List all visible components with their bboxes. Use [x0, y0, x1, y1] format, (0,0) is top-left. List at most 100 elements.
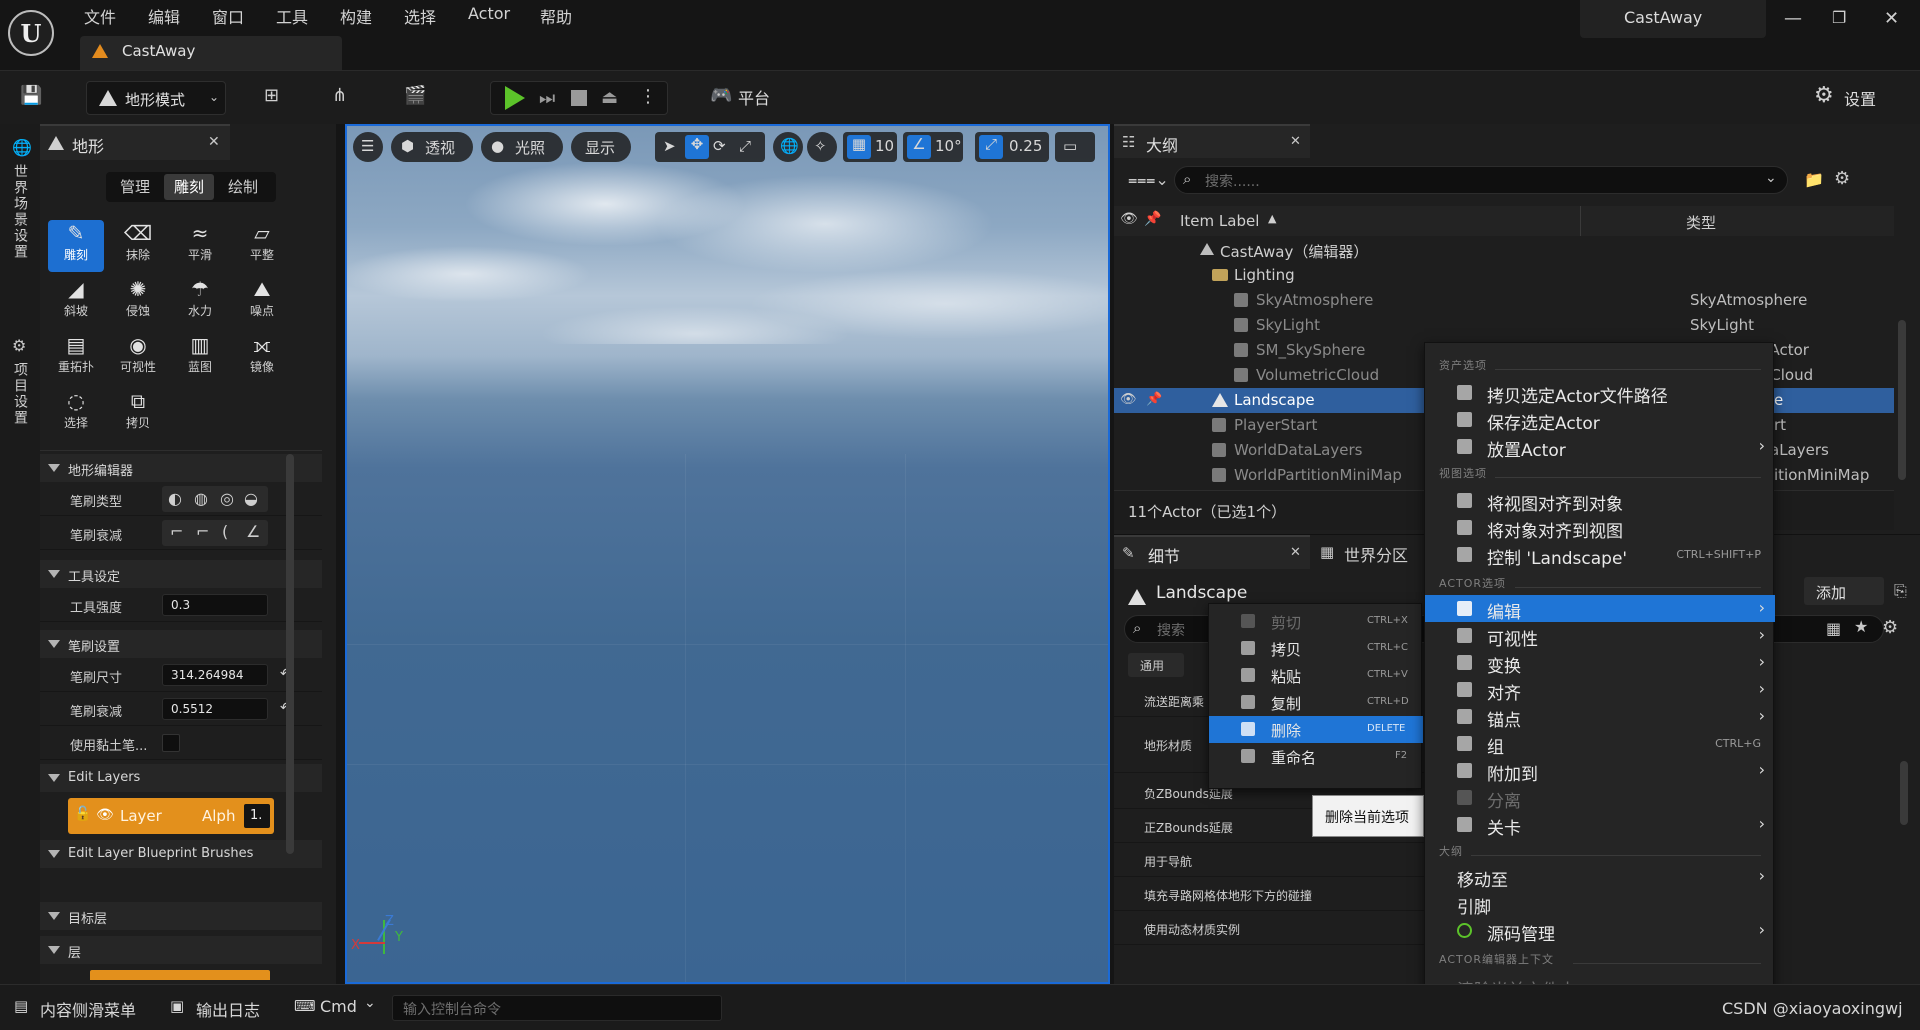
tool-select[interactable]: ◌ 选择	[48, 388, 104, 440]
brush-pattern-icon[interactable]: ◎	[220, 489, 234, 508]
section-edit-layer-bp[interactable]: Edit Layer Blueprint Brushes	[40, 840, 322, 868]
menu-pilot-actor[interactable]: 控制 'Landscape' CTRL+SHIFT+P	[1425, 541, 1775, 569]
menu-save-actor[interactable]: 保存选定Actor	[1425, 406, 1775, 434]
menu-place-actor[interactable]: 放置Actor ›	[1425, 433, 1775, 461]
tree-row[interactable]: CastAway（编辑器）	[1114, 238, 1894, 263]
platform-button[interactable]: 平台	[738, 85, 770, 109]
filter-icon[interactable]: ⩶⌄	[1128, 170, 1169, 190]
landscape-scrollbar[interactable]	[286, 454, 294, 854]
tool-sculpt[interactable]: ✎ 雕刻	[48, 220, 104, 272]
move-icon[interactable]: ✥	[685, 135, 709, 159]
gear-icon[interactable]: ⚙	[1882, 617, 1898, 638]
menu-pivot[interactable]: 锚点 ›	[1425, 703, 1775, 731]
menu-file[interactable]: 文件	[84, 4, 116, 28]
brush-falloff-input[interactable]: 0.5512	[162, 698, 268, 720]
menu-select[interactable]: 选择	[404, 4, 436, 28]
chevron-down-icon[interactable]: ⌄	[1765, 170, 1777, 186]
tree-row[interactable]: SkyLight SkyLight	[1114, 313, 1894, 338]
menu-snap-object-to-view[interactable]: 将对象对齐到视图	[1425, 514, 1775, 542]
menu-transform[interactable]: 变换 ›	[1425, 649, 1775, 677]
menu-attach-to[interactable]: 附加到 ›	[1425, 757, 1775, 785]
surface-snap-toggle[interactable]: ✧	[807, 132, 837, 162]
tool-ramp[interactable]: ◢ 斜坡	[48, 276, 104, 328]
settings-button[interactable]: 设置	[1844, 86, 1876, 110]
menu-level[interactable]: 关卡 ›	[1425, 811, 1775, 839]
falloff-tip-icon[interactable]: ∠	[246, 522, 260, 541]
tool-copy[interactable]: ⧉ 拷贝	[110, 388, 166, 440]
tree-row[interactable]: SkyAtmosphere SkyAtmosphere	[1114, 288, 1894, 313]
details-tab[interactable]: ✎ 细节 ✕	[1114, 535, 1310, 569]
scale-icon[interactable]: ⤢	[739, 137, 751, 155]
rotate-icon[interactable]: ⟳	[713, 137, 726, 155]
eye-icon[interactable]: 👁	[1120, 392, 1137, 407]
cmd-dropdown[interactable]: Cmd	[320, 997, 357, 1016]
layer-item[interactable]: 🔓 👁 Layer Alph 1.	[68, 798, 274, 834]
output-log-button[interactable]: 输出日志	[196, 997, 260, 1021]
tool-erase[interactable]: ⌫ 抹除	[110, 220, 166, 272]
menu-snap-view-to-object[interactable]: 将视图对齐到对象	[1425, 487, 1775, 515]
blueprint-menu-icon[interactable]: ⋔	[332, 85, 347, 106]
table-view-icon[interactable]: ▦	[1826, 619, 1841, 638]
landscape-tab[interactable]: 地形 ✕	[40, 124, 230, 160]
star-icon[interactable]: ★	[1854, 617, 1868, 636]
menu-source-control[interactable]: 源码管理 ›	[1425, 917, 1775, 945]
add-component-button[interactable]: 添加	[1804, 577, 1884, 605]
select-cursor-icon[interactable]: ➤	[663, 137, 676, 155]
save-icon[interactable]: 💾	[20, 85, 42, 106]
add-content-icon[interactable]: ⊞	[264, 85, 279, 106]
pin-column-icon[interactable]: 📌	[1144, 211, 1161, 227]
falloff-linear-icon[interactable]: ⌐	[196, 522, 209, 541]
falloff-selector[interactable]: ⌐ ⌐ ( ∠	[162, 520, 268, 546]
close-icon[interactable]: ✕	[1884, 8, 1899, 29]
section-layers[interactable]: 层	[40, 936, 322, 964]
close-tab-icon[interactable]: ✕	[1290, 545, 1301, 560]
tool-flatten[interactable]: ⏥ 平整	[234, 220, 290, 272]
more-options-icon[interactable]: ⋮	[639, 86, 657, 107]
tool-mirror[interactable]: ⟗ 镜像	[234, 332, 290, 384]
step-icon[interactable]: ⏭	[539, 88, 555, 109]
eject-icon[interactable]: ⏏	[601, 87, 618, 108]
world-local-toggle[interactable]: 🌐	[773, 132, 803, 162]
tool-strength-input[interactable]: 0.3	[162, 594, 268, 616]
world-settings-tab[interactable]: 世界场景设置	[10, 164, 30, 260]
section-brush-settings[interactable]: 笔刷设置	[40, 630, 322, 658]
tool-noise[interactable]: ⛰ 噪点	[234, 276, 290, 328]
visibility-column-icon[interactable]: 👁	[1120, 211, 1138, 227]
project-settings-tab[interactable]: 项目设置	[10, 362, 30, 426]
scale-snap[interactable]: ⤢ 0.25	[975, 132, 1049, 162]
mode-sculpt[interactable]: 雕刻	[164, 174, 214, 200]
pin-icon[interactable]: 📌	[1146, 392, 1162, 407]
menu-window[interactable]: 窗口	[212, 4, 244, 28]
brush-component-icon[interactable]: ◒	[244, 489, 258, 508]
brush-circle-icon[interactable]: ◐	[168, 489, 182, 508]
mode-dropdown[interactable]: 地形模式 ⌄	[86, 81, 226, 115]
tool-blueprint[interactable]: ▥ 蓝图	[172, 332, 228, 384]
menu-references[interactable]: 引脚	[1425, 890, 1775, 918]
menu-item-paste[interactable]: 粘贴 CTRL+V	[1209, 662, 1423, 689]
eye-icon[interactable]: 👁	[96, 807, 114, 823]
menu-edit[interactable]: 编辑	[148, 4, 180, 28]
angle-snap[interactable]: ∠ 10°	[903, 132, 963, 162]
level-viewport[interactable]: ☰ ⬢ 透视 ● 光照 显示 ➤ ✥ ⟳ ⤢ 🌐 ✧ ▦ 10 ∠ 10° ⤢ …	[345, 124, 1110, 984]
menu-item-cut[interactable]: 剪切 CTRL+X	[1209, 608, 1423, 635]
menu-item-delete[interactable]: 删除 DELETE	[1209, 716, 1423, 743]
restore-icon[interactable]: ❐	[1832, 8, 1846, 27]
mode-manage[interactable]: 管理	[110, 174, 160, 200]
brush-alpha-icon[interactable]: ◍	[194, 489, 208, 508]
tool-smooth[interactable]: ≈ 平滑	[172, 220, 228, 272]
grid-snap[interactable]: ▦ 10	[843, 132, 897, 162]
menu-item-rename[interactable]: 重命名 F2	[1209, 743, 1423, 770]
menu-tools[interactable]: 工具	[276, 4, 308, 28]
outliner-tab[interactable]: ☷ 大纲 ✕	[1114, 124, 1310, 158]
outliner-scrollbar[interactable]	[1898, 320, 1906, 480]
menu-visibility[interactable]: 可视性 ›	[1425, 622, 1775, 650]
play-icon[interactable]	[505, 86, 525, 110]
document-tab[interactable]: CastAway	[80, 36, 342, 70]
filter-general-button[interactable]: 通用	[1128, 653, 1184, 677]
falloff-spherical-icon[interactable]: (	[222, 522, 228, 541]
tool-hydro[interactable]: ☂ 水力	[172, 276, 228, 328]
menu-help[interactable]: 帮助	[540, 4, 572, 28]
gear-icon[interactable]: ⚙	[1814, 83, 1834, 108]
details-scrollbar[interactable]	[1900, 761, 1908, 825]
menu-item-duplicate[interactable]: 复制 CTRL+D	[1209, 689, 1423, 716]
